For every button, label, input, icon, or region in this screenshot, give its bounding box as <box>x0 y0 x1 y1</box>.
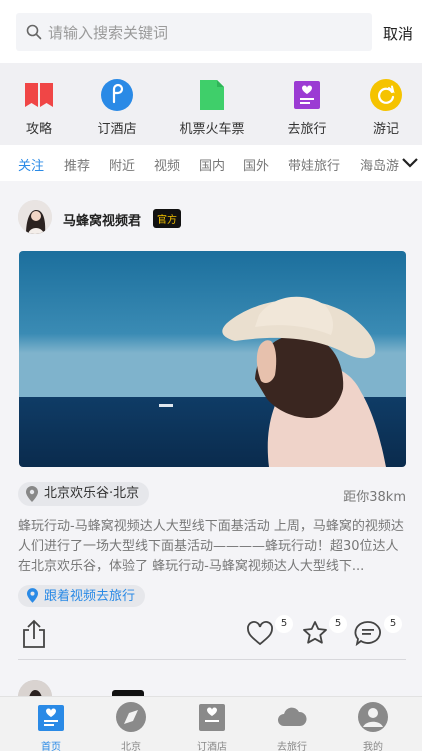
tabbar-home[interactable]: 首页 <box>21 701 81 751</box>
search-input[interactable]: 请输入搜索关键词 <box>16 13 372 51</box>
search-icon <box>26 24 42 40</box>
location-label: 北京欢乐谷·北京 <box>44 486 140 501</box>
location-pin-icon <box>27 588 38 603</box>
tabbar-label: 首页 <box>41 742 61 751</box>
official-badge: 官方 <box>153 209 181 228</box>
travel-icon <box>291 79 323 111</box>
distance-label: 距你38km <box>343 490 406 505</box>
bottom-tabbar: 首页 北京 订酒店 去旅行 我的 <box>0 696 422 751</box>
heart-icon[interactable] <box>246 620 274 646</box>
tab-recommend[interactable]: 推荐 <box>64 155 90 174</box>
quick-nav-label: 订酒店 <box>97 122 137 137</box>
tab-domestic[interactable]: 国内 <box>199 155 225 174</box>
tabbar-beijing[interactable]: 北京 <box>101 701 161 751</box>
quick-nav-travelogue[interactable]: 游记 <box>346 79 422 137</box>
travelogue-icon <box>370 79 402 111</box>
quick-nav-guides[interactable]: 攻略 <box>0 79 79 137</box>
tab-video[interactable]: 视频 <box>154 155 180 174</box>
author-name[interactable]: 马蜂窝视频君 <box>63 210 141 229</box>
bookmark-icon <box>23 79 55 111</box>
like-count: 5 <box>275 615 293 633</box>
tabbar-label: 北京 <box>121 742 141 751</box>
follow-label: 跟着视频去旅行 <box>44 589 136 604</box>
tab-island[interactable]: 海岛游 <box>360 155 399 174</box>
quick-nav-label: 去旅行 <box>287 122 327 137</box>
divider <box>18 659 406 660</box>
home-icon <box>35 701 67 733</box>
quick-nav-label: 游记 <box>372 122 399 137</box>
tabbar-label: 订酒店 <box>197 742 227 751</box>
hotel-icon <box>196 701 228 733</box>
category-tabs: 关注 推荐 附近 视频 国内 国外 带娃旅行 海岛游 <box>0 145 422 181</box>
profile-icon <box>357 701 389 733</box>
avatar[interactable] <box>18 200 52 234</box>
quick-nav-travel[interactable]: 去旅行 <box>267 79 347 137</box>
tabbar-hotel[interactable]: 订酒店 <box>182 701 242 751</box>
ticket-icon <box>196 79 228 111</box>
tab-abroad[interactable]: 国外 <box>243 155 269 174</box>
hotel-icon <box>101 79 133 111</box>
tabbar-label: 我的 <box>363 742 383 751</box>
chevron-down-icon[interactable] <box>401 154 419 172</box>
share-icon[interactable] <box>22 619 46 649</box>
tab-nearby[interactable]: 附近 <box>109 155 135 174</box>
cloud-icon <box>276 701 308 733</box>
favorite-count: 5 <box>329 615 347 633</box>
tabbar-label: 去旅行 <box>277 742 307 751</box>
quick-nav: 攻略 订酒店 机票火车票 去旅行 游记 <box>0 63 422 145</box>
tabbar-travel[interactable]: 去旅行 <box>262 701 322 751</box>
post-description[interactable]: 蜂玩行动-马蜂窝视频达人大型线下面基活动 上周，马蜂窝的视频达人们进行了一场大型… <box>18 517 406 577</box>
comment-icon[interactable] <box>354 620 382 646</box>
follow-video-travel-chip[interactable]: 跟着视频去旅行 <box>18 585 146 607</box>
star-icon[interactable] <box>302 620 328 646</box>
cancel-button[interactable]: 取消 <box>383 23 413 44</box>
tab-follow[interactable]: 关注 <box>18 155 44 174</box>
quick-nav-tickets[interactable]: 机票火车票 <box>172 79 252 137</box>
location-chip[interactable]: 北京欢乐谷·北京 <box>18 482 150 506</box>
quick-nav-label: 攻略 <box>25 122 52 137</box>
quick-nav-hotel[interactable]: 订酒店 <box>77 79 157 137</box>
tab-family[interactable]: 带娃旅行 <box>288 155 340 174</box>
compass-icon <box>115 701 147 733</box>
comment-count: 5 <box>384 615 402 633</box>
quick-nav-label: 机票火车票 <box>179 122 245 137</box>
search-placeholder: 请输入搜索关键词 <box>48 24 169 42</box>
location-pin-icon <box>26 486 38 502</box>
post-photo[interactable] <box>19 251 406 467</box>
tabbar-profile[interactable]: 我的 <box>343 701 403 751</box>
